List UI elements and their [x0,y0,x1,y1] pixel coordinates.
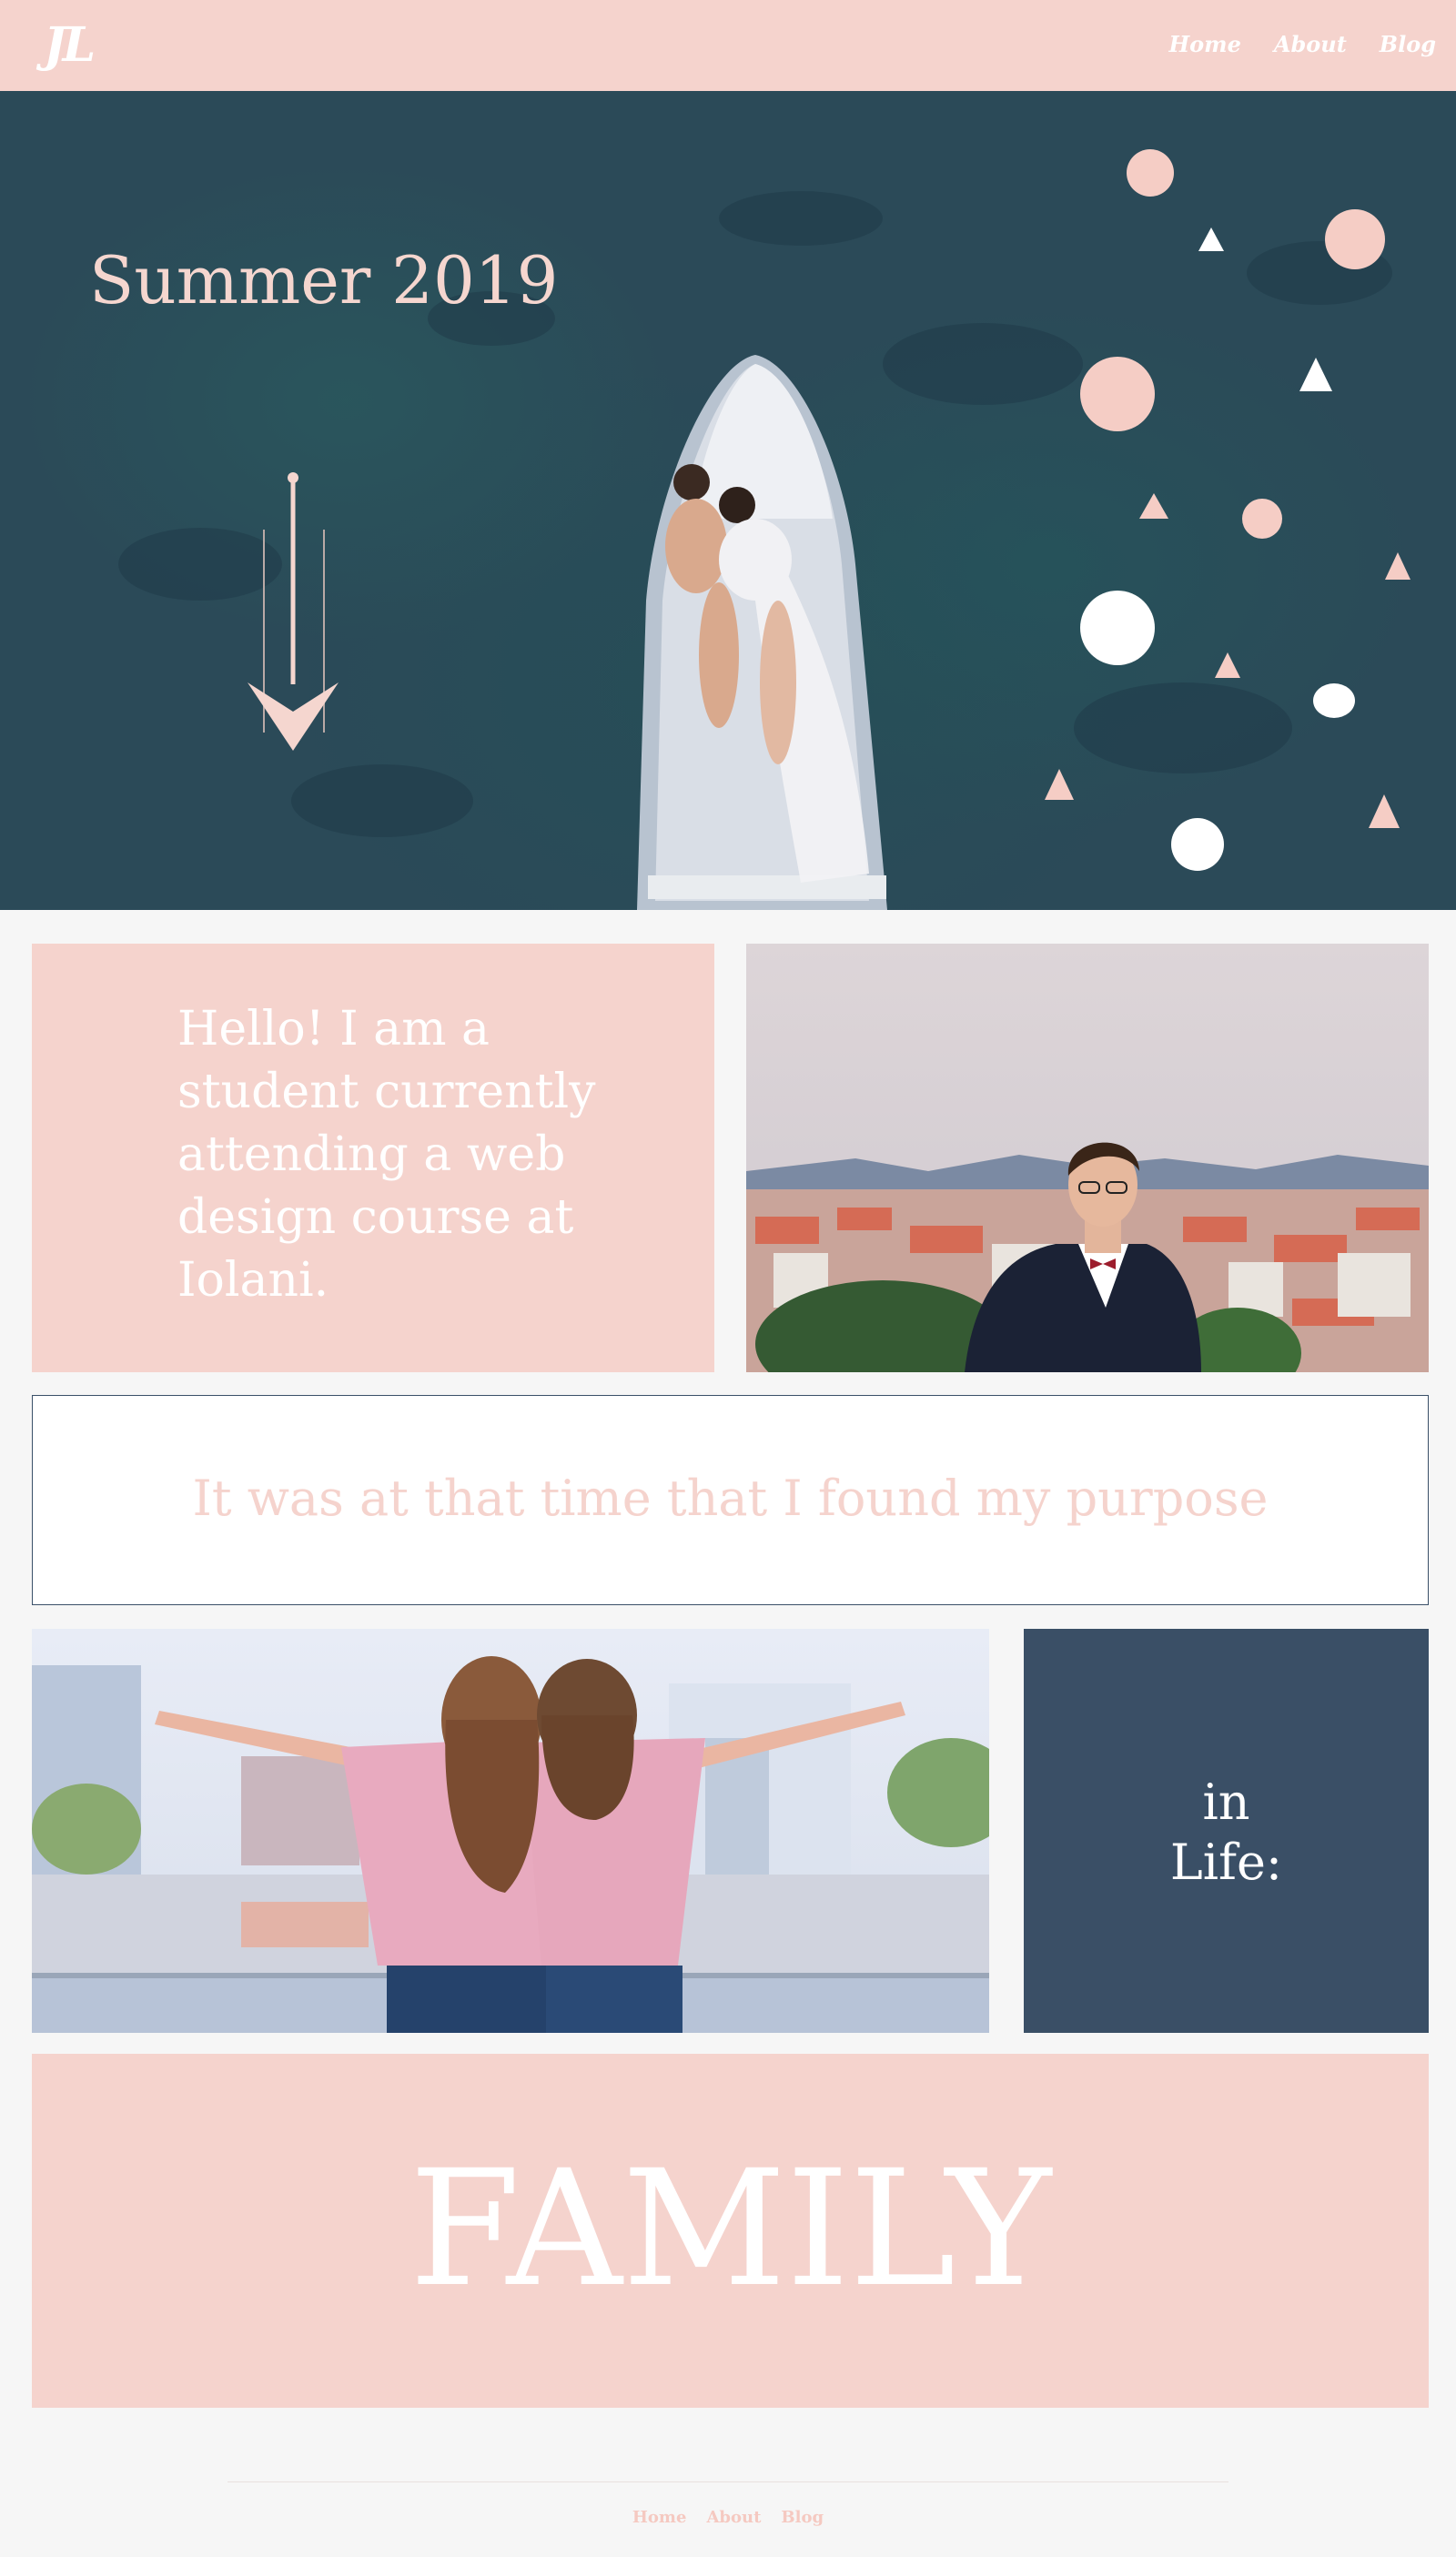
hero-banner: Summer 2019 [0,91,1456,910]
footer-about-link[interactable]: About [706,2508,761,2528]
two-friends-photo [32,1629,989,2033]
decorative-shapes [1045,149,1410,871]
life-text-line2: Life: [1169,1834,1283,1891]
site-header: JL Home About Blog [0,0,1456,91]
footer-home-link[interactable]: Home [632,2508,687,2528]
site-logo[interactable]: JL [44,20,96,71]
main-nav: Home About Blog [1168,31,1436,58]
nav-about-link[interactable]: About [1274,31,1347,58]
hero-title: Summer 2019 [89,242,559,318]
family-banner: FAMILY [32,2054,1429,2408]
nav-blog-link[interactable]: Blog [1380,31,1436,58]
family-heading: FAMILY [409,2136,1052,2322]
life-text: in Life: [1024,1773,1429,1893]
intro-card: Hello! I am a student currently attendin… [32,944,714,1372]
life-text-line1: in [1202,1774,1250,1831]
quote-box: It was at that time that I found my purp… [32,1395,1429,1605]
arrow-down-icon[interactable] [246,382,346,755]
man-in-suit-photo [746,944,1429,1372]
life-card: in Life: [1024,1629,1429,2033]
footer-divider [228,2481,1228,2482]
footer-blog-link[interactable]: Blog [781,2508,824,2528]
intro-text: Hello! I am a student currently attendin… [177,1002,596,1308]
quote-text: It was at that time that I found my purp… [192,1470,1269,1527]
nav-home-link[interactable]: Home [1168,31,1240,58]
footer-nav: Home About Blog [0,2508,1456,2528]
